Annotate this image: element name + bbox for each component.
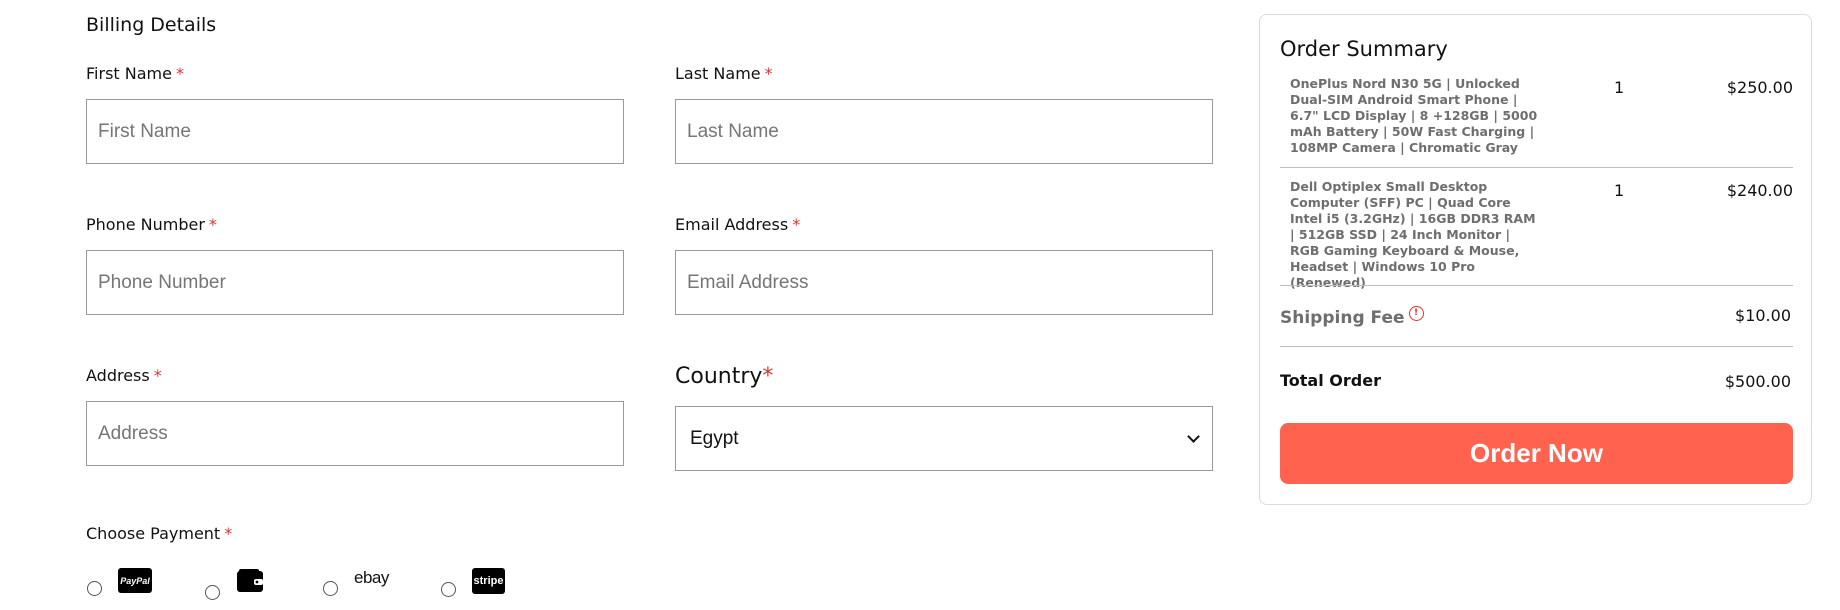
summary-item-price: $240.00 <box>1726 181 1793 200</box>
divider <box>1280 285 1793 286</box>
divider <box>1280 346 1793 347</box>
last-name-input[interactable] <box>675 99 1213 164</box>
first-name-input[interactable] <box>86 99 624 164</box>
billing-title: Billing Details <box>86 14 217 36</box>
paypal-logo-icon: PayPal <box>118 568 152 593</box>
required-mark: * <box>792 215 801 234</box>
last-name-label: Last Name * <box>675 64 773 83</box>
address-label: Address * <box>86 366 162 385</box>
payment-option-ebay[interactable]: ebay <box>323 568 389 596</box>
total-order-value: $500.00 <box>1724 372 1791 391</box>
address-label-text: Address <box>86 366 150 385</box>
required-mark: * <box>208 215 217 234</box>
payment-label: Choose Payment * <box>86 524 232 543</box>
stripe-radio[interactable] <box>441 582 456 597</box>
email-label: Email Address * <box>675 215 800 234</box>
ebay-radio[interactable] <box>323 581 338 596</box>
order-now-button[interactable]: Order Now <box>1280 423 1793 484</box>
order-summary-panel: Order Summary OnePlus Nord N30 5G | Unlo… <box>1259 14 1812 505</box>
summary-item-qty: 1 <box>1614 181 1625 200</box>
order-summary-title: Order Summary <box>1280 37 1448 61</box>
payment-label-text: Choose Payment <box>86 524 221 543</box>
payment-option-wallet[interactable] <box>205 568 264 600</box>
required-mark: * <box>764 64 773 83</box>
payment-option-stripe[interactable]: stripe <box>441 568 505 597</box>
required-mark: * <box>175 64 184 83</box>
phone-label: Phone Number * <box>86 215 217 234</box>
country-select[interactable]: Egypt <box>675 406 1213 471</box>
shipping-fee-label: Shipping Fee! <box>1280 306 1424 328</box>
required-mark: * <box>224 524 233 543</box>
summary-item-name: OnePlus Nord N30 5G | Unlocked Dual-SIM … <box>1290 76 1538 155</box>
summary-item-qty: 1 <box>1614 78 1625 97</box>
wallet-icon <box>236 568 264 597</box>
email-input[interactable] <box>675 250 1213 315</box>
first-name-label: First Name * <box>86 64 184 83</box>
info-icon[interactable]: ! <box>1408 306 1424 321</box>
country-label: Country* <box>675 364 773 389</box>
wallet-radio[interactable] <box>205 585 220 600</box>
total-order-label: Total Order <box>1280 371 1381 390</box>
stripe-logo-icon: stripe <box>472 568 505 594</box>
phone-input[interactable] <box>86 250 624 315</box>
country-label-text: Country <box>675 364 763 389</box>
required-mark: * <box>762 364 774 389</box>
summary-item-price: $250.00 <box>1726 78 1793 97</box>
paypal-radio[interactable] <box>87 581 102 596</box>
summary-item-name: Dell Optiplex Small Desktop Computer (SF… <box>1290 179 1536 290</box>
phone-label-text: Phone Number <box>86 215 205 234</box>
country-selected-value: Egypt <box>690 427 739 449</box>
email-label-text: Email Address <box>675 215 789 234</box>
ebay-logo-icon: ebay <box>354 568 389 587</box>
shipping-fee-value: $10.00 <box>1735 306 1791 325</box>
chevron-down-icon <box>1187 429 1200 443</box>
first-name-label-text: First Name <box>86 64 172 83</box>
shipping-fee-label-text: Shipping Fee <box>1280 308 1405 328</box>
address-input[interactable] <box>86 401 624 466</box>
last-name-label-text: Last Name <box>675 64 761 83</box>
required-mark: * <box>153 366 162 385</box>
payment-option-paypal[interactable]: PayPal <box>87 568 152 596</box>
divider <box>1280 167 1793 168</box>
